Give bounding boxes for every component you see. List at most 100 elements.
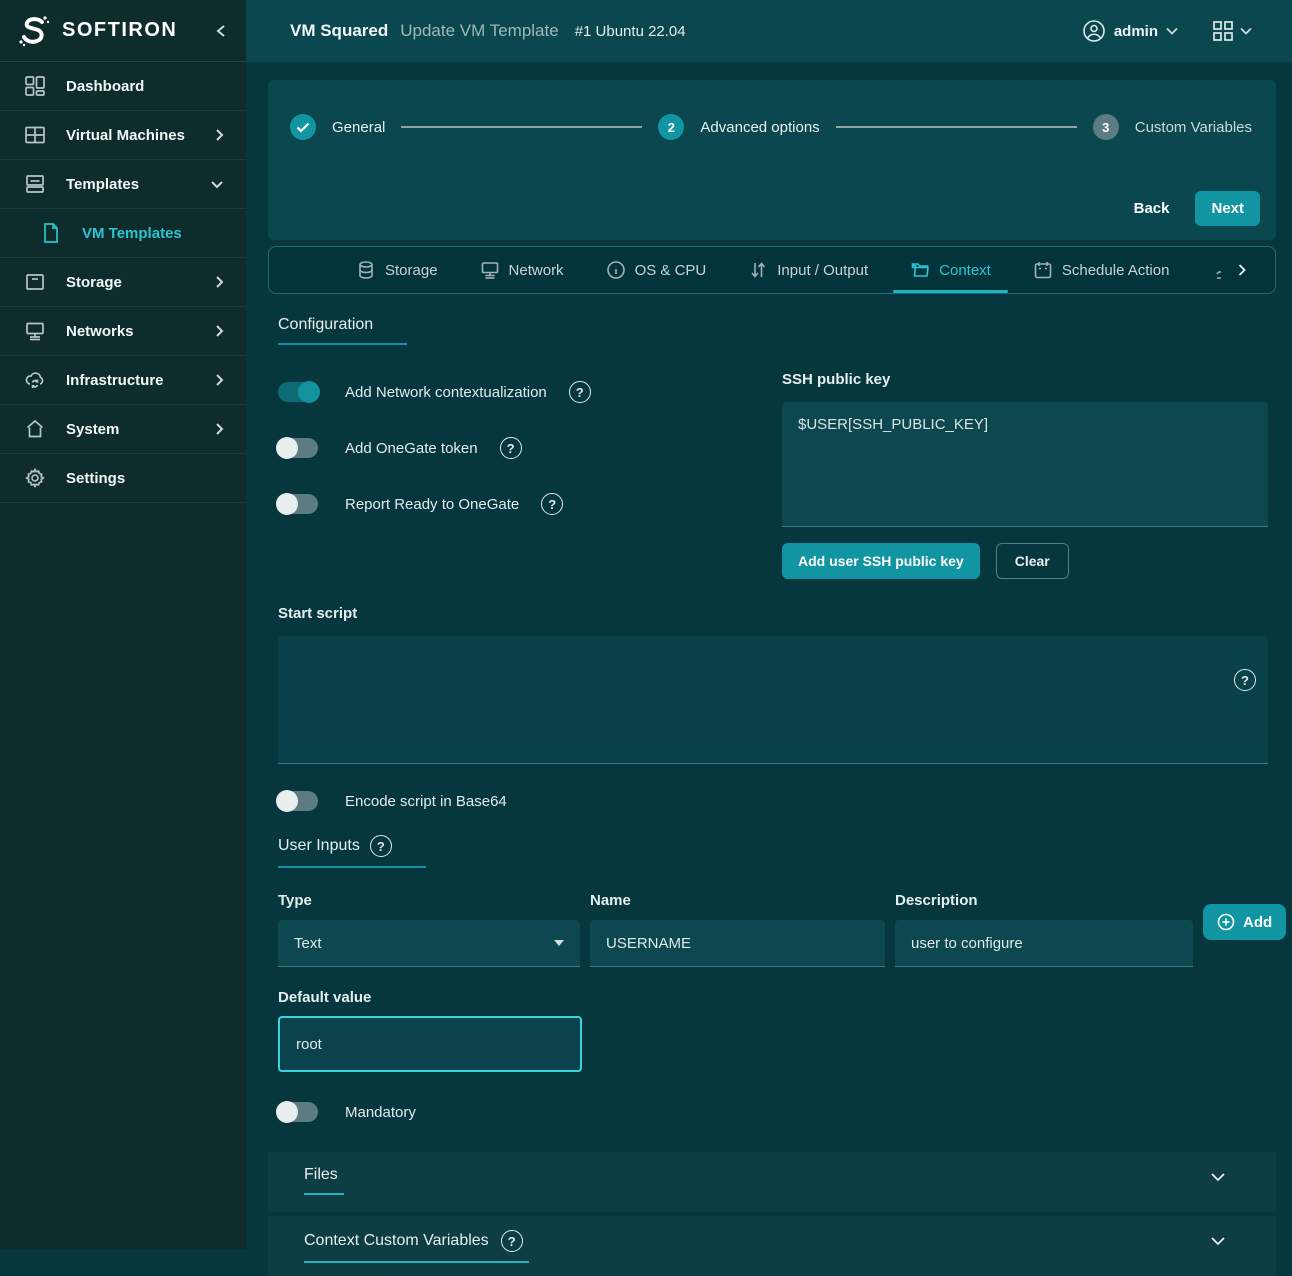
ssh-public-key-textarea[interactable] <box>782 402 1268 527</box>
name-input[interactable] <box>590 920 885 967</box>
start-script-textarea[interactable] <box>278 636 1268 764</box>
type-select-value: Text <box>294 935 322 952</box>
step-advanced-options[interactable]: 2 Advanced options <box>658 114 819 140</box>
main-content: General 2 Advanced options 3 Custom Vari… <box>246 62 1292 1249</box>
chevron-down-icon <box>210 180 224 189</box>
virtual-machines-icon <box>24 124 46 146</box>
toggle-switch[interactable] <box>278 791 318 811</box>
sidebar-item-system[interactable]: System <box>0 405 246 454</box>
tabs-scroll-right-icon[interactable] <box>1237 262 1247 278</box>
sidebar-item-storage[interactable]: Storage <box>0 258 246 307</box>
sidebar-item-vm-templates[interactable]: VM Templates <box>0 209 246 258</box>
user-menu[interactable]: admin <box>1082 19 1178 43</box>
tab-schedule-action[interactable]: Schedule Action <box>1012 247 1191 293</box>
monitor-icon <box>480 260 500 280</box>
step-number: 2 <box>658 114 684 140</box>
chevron-right-icon <box>215 128 224 142</box>
brand-name: SOFTIRON <box>62 19 177 42</box>
toggle-add-network-contextualization[interactable]: Add Network contextualization <box>278 381 782 403</box>
chevron-right-icon <box>215 373 224 387</box>
chevron-down-icon[interactable] <box>1210 1172 1226 1182</box>
user-inputs-section-title: User Inputs <box>278 835 426 868</box>
accordion-title-text: Context Custom Variables <box>304 1232 489 1250</box>
help-icon[interactable] <box>1234 669 1256 691</box>
sidebar-item-templates[interactable]: Templates <box>0 160 246 209</box>
sidebar-item-label: Virtual Machines <box>66 127 185 144</box>
clipped-tab-icon <box>1209 261 1221 281</box>
description-input[interactable] <box>895 920 1193 967</box>
avatar-icon <box>1082 19 1106 43</box>
toggle-report-ready-onegate[interactable]: Report Ready to OneGate <box>278 493 782 515</box>
topbar: VM Squared Update VM Template #1 Ubuntu … <box>246 0 1292 62</box>
templates-icon <box>24 173 46 195</box>
add-user-input-button[interactable]: Add <box>1203 904 1286 940</box>
sidebar-item-label: Storage <box>66 274 122 291</box>
toggle-switch[interactable] <box>278 494 318 514</box>
clear-ssh-key-button[interactable]: Clear <box>996 543 1069 579</box>
apps-grid-icon <box>1212 20 1234 42</box>
toggle-label: Mandatory <box>345 1104 416 1121</box>
tab-storage[interactable]: Storage <box>335 247 459 293</box>
toggle-mandatory[interactable]: Mandatory <box>278 1102 1268 1122</box>
add-user-ssh-key-button[interactable]: Add user SSH public key <box>782 543 980 579</box>
sidebar-item-virtual-machines[interactable]: Virtual Machines <box>0 111 246 160</box>
sidebar-item-dashboard[interactable]: Dashboard <box>0 62 246 111</box>
step-check-icon <box>290 114 316 140</box>
networks-icon <box>24 320 46 342</box>
help-icon[interactable] <box>370 835 392 857</box>
help-icon[interactable] <box>541 493 563 515</box>
accordion-title-text: Files <box>304 1166 338 1184</box>
type-select[interactable]: Text <box>278 920 580 967</box>
step-label: General <box>332 119 385 136</box>
chevron-down-icon[interactable] <box>1210 1236 1226 1246</box>
apps-grid-menu[interactable] <box>1212 20 1252 42</box>
stepper-connector <box>401 126 642 128</box>
calendar-icon <box>1033 260 1053 280</box>
tab-input-output[interactable]: Input / Output <box>727 247 889 293</box>
context-form: Configuration Add Network contextualizat… <box>268 294 1276 1122</box>
toggle-switch[interactable] <box>278 1102 318 1122</box>
files-accordion[interactable]: Files <box>268 1152 1276 1212</box>
tab-context[interactable]: Context <box>889 247 1012 293</box>
help-icon[interactable] <box>500 437 522 459</box>
next-button[interactable]: Next <box>1195 191 1260 226</box>
name-label: Name <box>590 892 885 909</box>
chevron-right-icon <box>215 275 224 289</box>
sidebar-header: SOFTIRON <box>0 0 246 62</box>
type-label: Type <box>278 892 580 909</box>
stepper-connector <box>836 126 1077 128</box>
user-name: admin <box>1114 23 1158 40</box>
chevron-right-icon <box>215 422 224 436</box>
tab-label: OS & CPU <box>635 262 707 279</box>
context-custom-variables-accordion[interactable]: Context Custom Variables <box>268 1216 1276 1276</box>
back-button[interactable]: Back <box>1134 200 1170 217</box>
tab-network[interactable]: Network <box>459 247 585 293</box>
toggle-add-onegate-token[interactable]: Add OneGate token <box>278 437 782 459</box>
step-label: Custom Variables <box>1135 119 1252 136</box>
sidebar-item-networks[interactable]: Networks <box>0 307 246 356</box>
context-custom-variables-title: Context Custom Variables <box>304 1230 529 1263</box>
help-icon[interactable] <box>569 381 591 403</box>
settings-icon <box>24 467 46 489</box>
info-circle-icon <box>606 260 626 280</box>
toggle-switch[interactable] <box>278 382 318 402</box>
sidebar-collapse-icon[interactable] <box>216 24 226 38</box>
step-label: Advanced options <box>700 119 819 136</box>
wizard-stepper-card: General 2 Advanced options 3 Custom Vari… <box>268 80 1276 240</box>
file-icon <box>40 222 62 244</box>
add-button-label: Add <box>1243 914 1272 931</box>
tab-label: Context <box>939 262 991 279</box>
database-icon <box>356 260 376 280</box>
tab-os-cpu[interactable]: OS & CPU <box>585 247 728 293</box>
toggle-encode-base64[interactable]: Encode script in Base64 <box>278 791 1268 811</box>
tab-label: Schedule Action <box>1062 262 1170 279</box>
start-script-label: Start script <box>278 605 357 622</box>
toggle-switch[interactable] <box>278 438 318 458</box>
step-custom-variables[interactable]: 3 Custom Variables <box>1093 114 1252 140</box>
default-value-input[interactable] <box>278 1016 582 1072</box>
step-number: 3 <box>1093 114 1119 140</box>
sidebar-item-infrastructure[interactable]: Infrastructure <box>0 356 246 405</box>
sidebar-item-settings[interactable]: Settings <box>0 454 246 503</box>
ssh-public-key-label: SSH public key <box>782 371 890 388</box>
step-general[interactable]: General <box>290 114 385 140</box>
